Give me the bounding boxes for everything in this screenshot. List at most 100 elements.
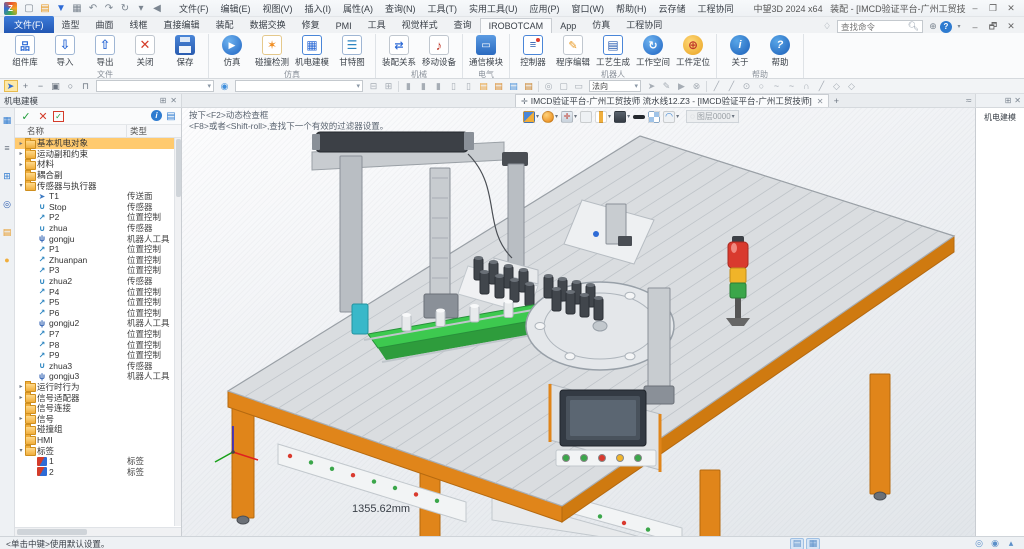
filter-toggle-icon[interactable]: ▤ (790, 538, 804, 549)
expander-icon[interactable]: ▸ (17, 140, 25, 147)
ribbon-tab-PMI[interactable]: PMI (328, 19, 360, 33)
apply-icon[interactable]: ✓ (19, 109, 33, 123)
ribbon-tab-修复[interactable]: 修复 (294, 16, 328, 33)
tab-pin-icon[interactable]: ✛ (521, 97, 528, 106)
pick-lasso-icon[interactable]: ○ (64, 80, 78, 92)
clip-plane-icon[interactable] (633, 111, 645, 123)
ribbon-tab-App[interactable]: App (552, 19, 584, 33)
ribbon-button-导出[interactable]: ⇧导出 (85, 34, 125, 69)
pick-box-icon[interactable]: ▣ (49, 80, 63, 92)
grid-icon[interactable] (648, 111, 660, 123)
redo-icon[interactable]: ↷ (102, 1, 116, 15)
column-name[interactable]: 名称 (15, 125, 127, 137)
tree-row-标签[interactable]: ▾标签 (15, 445, 181, 456)
ribbon-tab-仿真[interactable]: 仿真 (584, 16, 618, 33)
3d-model[interactable] (182, 108, 975, 536)
customize-caret-icon[interactable]: ▾ (134, 1, 148, 15)
ribbon-tab-装配[interactable]: 装配 (208, 16, 242, 33)
snap-5-icon[interactable]: ▯ (462, 80, 476, 92)
info-icon[interactable]: i (151, 110, 162, 121)
ribbon-button-帮助[interactable]: ?帮助 (760, 34, 800, 69)
new-tab-button[interactable]: + (829, 94, 843, 107)
snap-4-icon[interactable]: ▯ (447, 80, 461, 92)
ribbon-button-导入[interactable]: ⇩导入 (45, 34, 85, 69)
panel-close-icon[interactable]: ✕ (170, 96, 177, 105)
ribbon-tab-视觉样式[interactable]: 视觉样式 (394, 16, 446, 33)
ribbon-button-机电建模[interactable]: ▦机电建模 (292, 34, 332, 69)
tree-row-1[interactable]: 1标签 (15, 456, 181, 467)
print-icon[interactable]: ▦ (70, 1, 84, 15)
ribbon-tab-工具[interactable]: 工具 (360, 16, 394, 33)
expander-icon[interactable]: ▸ (17, 150, 25, 157)
circle-icon[interactable]: ○ (755, 80, 769, 92)
tree-row-P3[interactable]: ↗P3位置控制 (15, 265, 181, 276)
minimize-button[interactable]: – (966, 2, 984, 15)
ribbon-button-甘特图[interactable]: ☰甘特图 (332, 34, 372, 69)
line-2-icon[interactable]: ╱ (725, 80, 739, 92)
refresh-icon[interactable]: ↻ (118, 1, 132, 15)
ribbon-button-关于[interactable]: i关于 (720, 34, 760, 69)
view-cube-icon[interactable]: ▾ (523, 111, 539, 123)
folder-c-icon[interactable]: ▤ (507, 80, 521, 92)
doc-close-button[interactable]: ✕ (1002, 20, 1020, 33)
menu-item-3[interactable]: 插入(I) (299, 0, 338, 17)
right-panel-close-icon[interactable]: ✕ (1014, 96, 1021, 105)
camera-icon[interactable]: ▾ (561, 111, 577, 123)
ribbon-button-通信模块[interactable]: ▭通信模块 (466, 34, 506, 69)
manager-tab-icon[interactable]: ▦ (1, 114, 13, 126)
circle-dot-icon[interactable]: ⊙ (740, 80, 754, 92)
spline-1-icon[interactable]: ~ (770, 80, 784, 92)
zoom-out-icon[interactable]: − (34, 80, 48, 92)
tree-row-传感器与执行器[interactable]: ▾传感器与执行器 (15, 180, 181, 191)
tree-horizontal-scrollbar[interactable] (15, 527, 181, 536)
tab-overflow-icon[interactable]: ≂ (962, 94, 975, 107)
ribbon-tab-造型[interactable]: 造型 (54, 16, 88, 33)
view-tab-icon[interactable]: ◎ (1, 198, 13, 210)
list-view-icon[interactable]: ▤ (165, 110, 177, 122)
ribbon-tab-曲面[interactable]: 曲面 (88, 16, 122, 33)
doc-restore-button[interactable]: 🗗︎ (984, 20, 1002, 33)
tree-row-P2[interactable]: ↗P2位置控制 (15, 212, 181, 223)
snap-3-icon[interactable]: ▮ (432, 80, 446, 92)
menu-item-1[interactable]: 编辑(E) (215, 0, 257, 17)
expander-icon[interactable]: ▾ (17, 447, 25, 454)
pick-chain-icon[interactable]: ⊓ (79, 80, 93, 92)
assembly-tab-icon[interactable]: ⊞ (1, 170, 13, 182)
online-icon[interactable]: ⊕ (926, 20, 940, 33)
pick-filter-icon[interactable]: ➤ (4, 80, 18, 92)
ribbon-button-控制器[interactable]: ≡控制器 (513, 34, 553, 69)
menu-item-7[interactable]: 实用工具(U) (463, 0, 524, 17)
menu-item-6[interactable]: 工具(T) (422, 0, 464, 17)
history-icon[interactable]: ◎ (542, 80, 556, 92)
ribbon-tab-查询[interactable]: 查询 (446, 16, 480, 33)
menu-item-9[interactable]: 窗口(W) (566, 0, 611, 17)
expand-status-icon[interactable]: ▴ (1004, 538, 1018, 549)
ribbon-tab-工程协同[interactable]: 工程协同 (618, 16, 670, 33)
collapse-icon[interactable]: ◀ (150, 1, 164, 15)
ribbon-tab-数据交换[interactable]: 数据交换 (242, 16, 294, 33)
save-icon[interactable]: ▼ (54, 1, 68, 15)
align-right-icon[interactable]: ⊞ (382, 80, 396, 92)
ribbon-button-工艺生成[interactable]: ▤工艺生成 (593, 34, 633, 69)
ribbon-button-程序编辑[interactable]: ✎程序编辑 (553, 34, 593, 69)
ribbon-button-工作空间[interactable]: ↻工作空间 (633, 34, 673, 69)
ribbon-button-移动设备[interactable]: ♪移动设备 (419, 34, 459, 69)
menu-item-8[interactable]: 应用(P) (524, 0, 566, 17)
command-search-input[interactable] (841, 22, 908, 32)
line-1-icon[interactable]: ╱ (710, 80, 724, 92)
open-icon[interactable]: ▤ (38, 1, 52, 15)
expander-icon[interactable]: ▸ (17, 161, 25, 168)
restore-button[interactable]: ❐ (984, 2, 1002, 15)
viewport[interactable]: 按下<F2>动态检查框 <F8>或者<Shift-roll>,查找下一个有效的过… (182, 108, 975, 536)
ribbon-tab-直接编辑[interactable]: 直接编辑 (156, 16, 208, 33)
search-icon[interactable]: 🔍︎ (908, 21, 919, 32)
right-panel-dock-icon[interactable]: ⊞ (1005, 96, 1012, 105)
help-icon[interactable]: ? (940, 21, 952, 33)
arc-icon[interactable]: ∩ (800, 80, 814, 92)
expander-icon[interactable]: ▸ (17, 415, 25, 422)
da-combo-25[interactable]: 法向▾ (589, 80, 641, 92)
align-left-icon[interactable]: ⊟ (367, 80, 381, 92)
world-status-icon[interactable]: ◉ (988, 538, 1002, 549)
expander-icon[interactable]: ▸ (17, 383, 25, 390)
menu-item-5[interactable]: 查询(N) (379, 0, 422, 17)
